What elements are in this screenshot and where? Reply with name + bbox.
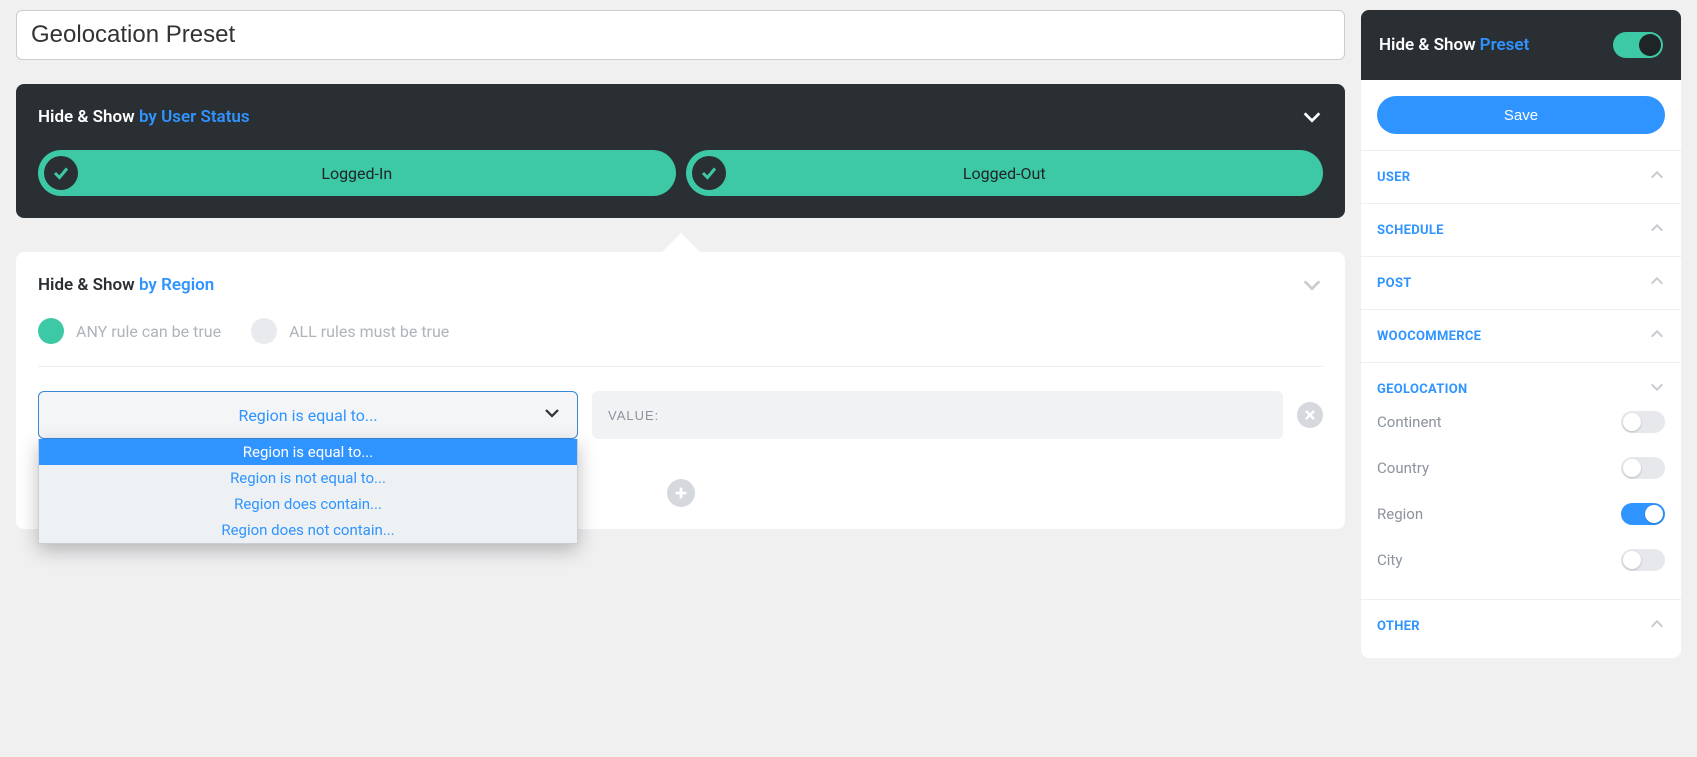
panel-suffix: by Region [139,275,214,295]
toggle-knob [1639,34,1661,56]
panel-pointer [661,233,701,253]
section-label: OTHER [1377,619,1420,634]
geo-item-region: Region [1361,491,1681,537]
preset-title-input[interactable] [16,10,1345,60]
item-label: Continent [1377,413,1442,431]
chevron-down-icon[interactable] [1301,274,1323,296]
remove-rule-button[interactable] [1297,402,1323,428]
toggle-knob [1623,413,1641,431]
toggle-knob [1623,551,1641,569]
section-label: WOOCOMMERCE [1377,329,1481,344]
section-header-user[interactable]: USER [1361,167,1681,187]
item-label: City [1377,551,1402,569]
pill-label: Logged-In [38,164,676,183]
section-label: USER [1377,170,1410,185]
section-header-post[interactable]: POST [1361,273,1681,293]
any-rule-radio[interactable]: ANY rule can be true [38,318,221,344]
country-toggle[interactable] [1621,457,1665,479]
logged-in-pill[interactable]: Logged-In [38,150,676,196]
section-schedule: SCHEDULE [1361,203,1681,256]
item-label: Region [1377,505,1423,523]
item-label: Country [1377,459,1429,477]
panel-prefix: Hide & Show [38,275,135,295]
toggle-knob [1645,505,1663,523]
region-toggle[interactable] [1621,503,1665,525]
user-status-panel: Hide & Show by User Status Logged-In Log… [16,84,1345,218]
dropdown-option[interactable]: Region does contain... [39,491,577,517]
radio-dot-icon [251,318,277,344]
panel-suffix: by User Status [139,107,250,127]
radio-label: ALL rules must be true [289,322,449,341]
chevron-up-icon [1649,220,1665,240]
sidebar-title-suffix: Preset [1480,35,1530,55]
preset-enable-toggle[interactable] [1613,32,1663,58]
geo-item-city: City [1361,537,1681,583]
logged-out-pill[interactable]: Logged-Out [686,150,1324,196]
chevron-down-icon [1649,379,1665,399]
section-label: SCHEDULE [1377,223,1444,238]
toggle-knob [1623,459,1641,477]
section-header-other[interactable]: OTHER [1361,616,1681,636]
panel-prefix: Hide & Show [38,107,135,127]
condition-select[interactable]: Region is equal to... [38,391,578,439]
radio-dot-icon [38,318,64,344]
city-toggle[interactable] [1621,549,1665,571]
section-label: POST [1377,276,1412,291]
rule-value-input[interactable] [592,391,1283,439]
chevron-up-icon [1649,273,1665,293]
select-value: Region is equal to... [238,406,377,425]
section-woocommerce: WOOCOMMERCE [1361,309,1681,362]
geo-item-country: Country [1361,445,1681,491]
dropdown-option[interactable]: Region is not equal to... [39,465,577,491]
section-other: OTHER [1361,599,1681,652]
chevron-up-icon [1649,616,1665,636]
section-user: USER [1361,150,1681,203]
section-header-geolocation[interactable]: GEOLOCATION [1361,379,1681,399]
section-geolocation: GEOLOCATION Continent Country Region Cit… [1361,362,1681,599]
save-button[interactable]: Save [1377,96,1665,134]
chevron-down-icon [543,404,561,426]
geo-item-continent: Continent [1361,399,1681,445]
sidebar-title-prefix: Hide & Show [1379,35,1476,55]
continent-toggle[interactable] [1621,411,1665,433]
section-header-woocommerce[interactable]: WOOCOMMERCE [1361,326,1681,346]
dropdown-option[interactable]: Region does not contain... [39,517,577,543]
all-rules-radio[interactable]: ALL rules must be true [251,318,449,344]
condition-dropdown: Region is equal to... Region is not equa… [38,439,578,544]
region-panel: Hide & Show by Region ANY rule can be tr… [16,252,1345,529]
section-post: POST [1361,256,1681,309]
radio-label: ANY rule can be true [76,322,221,341]
dropdown-option[interactable]: Region is equal to... [39,439,577,465]
section-label: GEOLOCATION [1377,382,1467,397]
chevron-up-icon [1649,167,1665,187]
add-rule-button[interactable] [667,479,695,507]
pill-label: Logged-Out [686,164,1324,183]
chevron-down-icon[interactable] [1301,106,1323,128]
section-header-schedule[interactable]: SCHEDULE [1361,220,1681,240]
chevron-up-icon [1649,326,1665,346]
sidebar-header: Hide & Show Preset [1361,10,1681,80]
